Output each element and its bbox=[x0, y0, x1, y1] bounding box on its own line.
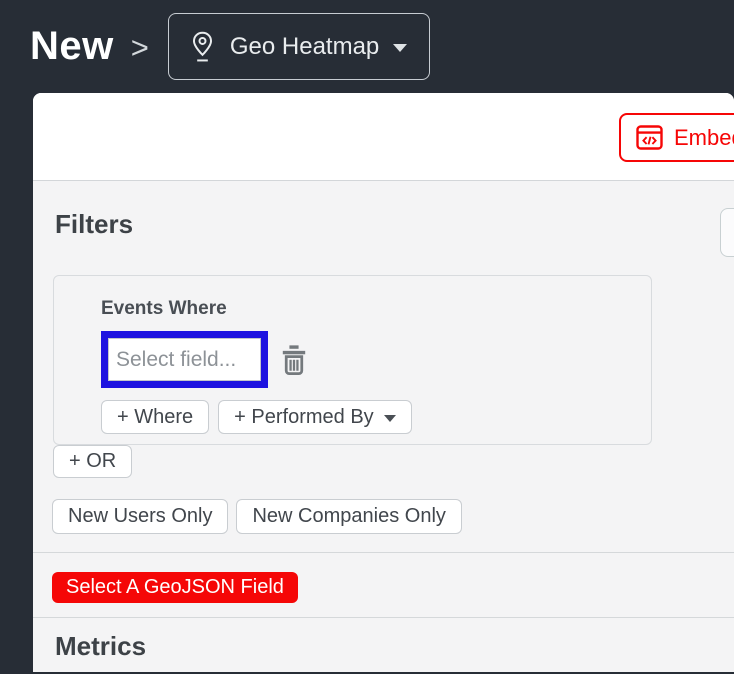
embed-button[interactable]: Embed bbox=[619, 113, 734, 162]
new-users-only-button[interactable]: New Users Only bbox=[52, 499, 229, 534]
filters-heading: Filters bbox=[55, 209, 134, 239]
new-companies-only-button[interactable]: New Companies Only bbox=[236, 499, 462, 534]
select-field-highlight: Select field... bbox=[101, 331, 268, 388]
caret-down-icon bbox=[393, 44, 408, 52]
embed-button-label: Embed bbox=[674, 124, 734, 150]
card-toolbar: Embed bbox=[33, 93, 734, 181]
add-where-button[interactable]: + Where bbox=[101, 400, 210, 434]
performed-by-label: + Performed By bbox=[234, 405, 374, 428]
embed-code-icon bbox=[636, 125, 663, 150]
select-geojson-field-label: Select A GeoJSON Field bbox=[66, 576, 284, 598]
add-where-label: + Where bbox=[117, 405, 194, 428]
filter-group: Events Where Select field... + Where + P… bbox=[53, 275, 652, 445]
audience-toggle-row: New Users Only New Companies Only bbox=[52, 499, 462, 534]
report-type-dropdown[interactable]: Geo Heatmap bbox=[167, 13, 431, 80]
app-root: { "header": { "breadcrumb_root": "New", … bbox=[0, 0, 734, 674]
breadcrumb-separator: > bbox=[130, 29, 149, 65]
new-companies-only-label: New Companies Only bbox=[252, 505, 446, 527]
report-card: Embed Filters Events Where Select field.… bbox=[33, 93, 734, 672]
new-users-only-label: New Users Only bbox=[68, 505, 213, 527]
metrics-heading: Metrics bbox=[55, 631, 147, 661]
delete-filter-button[interactable] bbox=[279, 344, 311, 376]
select-geojson-field-button[interactable]: Select A GeoJSON Field bbox=[52, 572, 298, 603]
location-pin-icon bbox=[189, 31, 216, 62]
trash-icon bbox=[279, 344, 311, 376]
section-divider bbox=[33, 552, 734, 553]
select-field-input[interactable]: Select field... bbox=[108, 338, 261, 381]
card-body: Filters Events Where Select field... + W… bbox=[33, 181, 734, 670]
page-title: New bbox=[30, 24, 114, 68]
performed-by-dropdown[interactable]: + Performed By bbox=[218, 400, 412, 434]
top-bar: New > Geo Heatmap bbox=[0, 0, 734, 93]
caret-down-icon bbox=[383, 414, 396, 422]
section-divider bbox=[33, 617, 734, 618]
filter-group-actions: + Where + Performed By bbox=[101, 400, 412, 434]
report-type-label: Geo Heatmap bbox=[229, 32, 380, 60]
add-or-label: + OR bbox=[69, 450, 117, 472]
add-or-button[interactable]: + OR bbox=[53, 445, 133, 478]
filter-group-title: Events Where bbox=[101, 298, 227, 319]
collapsed-right-button[interactable] bbox=[720, 208, 734, 257]
